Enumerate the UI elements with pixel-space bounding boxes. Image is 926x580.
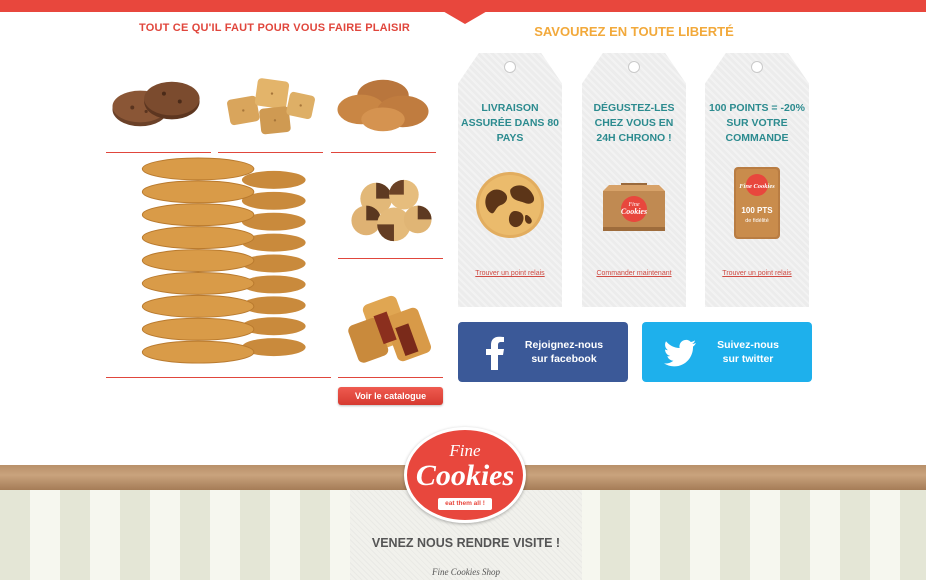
twitter-label-line1: Suivez-nous bbox=[717, 339, 779, 351]
top-notch bbox=[441, 10, 489, 24]
tag-hole bbox=[751, 61, 763, 73]
card-caption-text: de fidélité bbox=[745, 218, 769, 224]
tag-hole bbox=[504, 61, 516, 73]
facebook-label: Rejoignez-nous sur facebook bbox=[514, 338, 614, 366]
facebook-button[interactable]: Rejoignez-nous sur facebook bbox=[458, 322, 628, 382]
card-points-text: 100 PTS bbox=[741, 206, 773, 215]
facebook-label-line1: Rejoignez-nous bbox=[524, 339, 604, 351]
delivery-box-icon: Fine Cookies bbox=[603, 183, 665, 231]
facebook-icon bbox=[486, 336, 504, 370]
product-shortbread[interactable] bbox=[218, 58, 323, 153]
twitter-icon bbox=[664, 339, 696, 367]
tag-delivery: LIVRAISON ASSURÉE DANS 80 PAYS Trouver u… bbox=[458, 53, 562, 307]
butter-cookies-image bbox=[337, 79, 429, 132]
world-cookie-icon bbox=[476, 172, 544, 238]
tag-text: 100 POINTS = -20% SUR VOTRE COMMANDE bbox=[708, 102, 805, 144]
shortbread-image bbox=[227, 78, 315, 135]
product-marble-cookies[interactable] bbox=[338, 165, 443, 259]
view-catalog-button[interactable]: Voir le catalogue bbox=[338, 387, 443, 405]
box-brand-line2: Cookies bbox=[621, 207, 647, 216]
tag-loyalty: 100 POINTS = -20% SUR VOTRE COMMANDE Fin… bbox=[705, 53, 809, 307]
order-now-link[interactable]: Commander maintenant bbox=[582, 270, 686, 277]
twitter-label-line2: sur twitter bbox=[722, 353, 774, 365]
find-relay-link[interactable]: Trouver un point relais bbox=[458, 270, 562, 277]
product-butter-cookies[interactable] bbox=[331, 58, 436, 153]
tag-text: LIVRAISON ASSURÉE DANS 80 PAYS bbox=[460, 102, 560, 144]
product-chocolate-cookies[interactable] bbox=[106, 58, 211, 153]
logo-cookies-text: Cookies bbox=[415, 459, 515, 492]
visit-title: VENEZ NOUS RENDRE VISITE ! bbox=[371, 536, 561, 550]
page: TOUT CE QU'IL FAUT POUR VOUS FAIRE PLAIS… bbox=[0, 0, 926, 580]
section-title-left: TOUT CE QU'IL FAUT POUR VOUS FAIRE PLAIS… bbox=[139, 22, 410, 34]
loyalty-card-icon: Fine Cookies 100 PTS de fidélité bbox=[734, 167, 780, 239]
twitter-button[interactable]: Suivez-nous sur twitter bbox=[642, 322, 812, 382]
card-brand-text: Fine Cookies bbox=[739, 183, 775, 190]
marble-cookies-image bbox=[351, 179, 432, 242]
logo-fine-text: Fine bbox=[449, 441, 481, 460]
product-biscuit-stack[interactable] bbox=[106, 155, 331, 378]
find-relay-link[interactable]: Trouver un point relais bbox=[705, 270, 809, 277]
tag-hole bbox=[628, 61, 640, 73]
fine-cookies-logo[interactable]: Fine Cookies eat them all ! bbox=[398, 427, 532, 525]
shop-name: Fine Cookies Shop bbox=[432, 567, 500, 577]
twitter-label: Suivez-nous sur twitter bbox=[698, 338, 798, 366]
tag-fast-delivery: DÉGUSTEZ-LES CHEZ VOUS EN 24H CHRONO ! F… bbox=[582, 53, 686, 307]
product-filled-pastries[interactable] bbox=[338, 283, 443, 378]
section-title-right: SAVOUREZ EN TOUTE LIBERTÉ bbox=[534, 24, 734, 39]
logo-tagline: eat them all ! bbox=[438, 498, 492, 510]
biscuit-stack-image bbox=[141, 157, 306, 364]
tag-text: DÉGUSTEZ-LES CHEZ VOUS EN 24H CHRONO ! bbox=[593, 102, 675, 144]
chocolate-cookies-image bbox=[112, 81, 200, 127]
filled-pastries-image bbox=[348, 295, 432, 363]
facebook-label-line2: sur facebook bbox=[531, 353, 597, 365]
